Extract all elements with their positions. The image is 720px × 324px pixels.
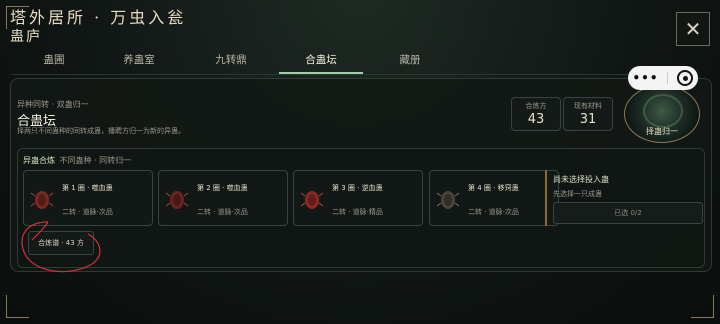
selection-hint: 先选择一只成蛊	[553, 190, 602, 198]
bug-icon	[30, 191, 54, 209]
capsule-divider	[667, 72, 669, 84]
close-icon: ✕	[684, 17, 702, 41]
swirl-emblem-icon	[643, 94, 683, 128]
tab-gupu[interactable]: 蛊圃	[12, 46, 96, 72]
tab-bar: 蛊圃 养蛊室 九转鼎 合蛊坛 藏册	[12, 46, 692, 74]
slot-tier: 二转 · 道脉·次品	[197, 208, 248, 216]
more-icon[interactable]: •••	[632, 71, 658, 85]
corner-ornament-bottom-right	[691, 295, 714, 318]
selection-title: 尚未选择投入蛊	[553, 175, 609, 184]
stat-value: 43	[527, 112, 545, 127]
stat-materials: 现有材料 31	[563, 97, 613, 131]
miniprogram-capsule: •••	[628, 66, 698, 90]
stat-label: 合炼方	[525, 102, 547, 110]
main-panel: 异种同转 · 双蛊归一 合蛊坛 择两只不同蛊种的同转成蛊，播聘方归一为新的异蛊。…	[10, 78, 712, 272]
close-button[interactable]: ✕	[676, 12, 710, 46]
slot-tier: 二转 · 道脉·次品	[468, 208, 519, 216]
mode-description: 择两只不同蛊种的同转成蛊，播聘方归一为新的异蛊。	[17, 127, 185, 135]
mode-label: 异种同转 · 双蛊归一	[17, 100, 89, 109]
combine-heading: 异蛊合炼 不同蛊种 · 同转归一	[23, 155, 131, 166]
corner-ornament-bottom-left	[6, 295, 29, 318]
medallion-label: 择蛊归一	[646, 127, 678, 136]
tab-jiuzhuanding[interactable]: 九转鼎	[189, 46, 273, 72]
tab-divider	[12, 74, 692, 75]
tab-yanggushi[interactable]: 养蛊室	[97, 46, 181, 72]
page-title: 塔外居所 · 万虫入瓮	[10, 8, 187, 27]
gu-slot-4[interactable]: 第 4 圈 · 移窍蛊 二转 · 道脉·次品	[429, 170, 559, 226]
slot-name: 第 3 圈 · 逆血蛊	[332, 184, 383, 192]
tab-hegutan[interactable]: 合蛊坛	[279, 46, 363, 74]
annotation-scribble	[21, 221, 101, 273]
stat-recipes: 合炼方 43	[511, 97, 561, 131]
selection-panel: 尚未选择投入蛊 先选择一只成蛊 已选 0/2	[545, 170, 703, 226]
slot-name: 第 1 圈 · 噬血蛊	[62, 184, 113, 192]
combine-desc: 不同蛊种 · 同转归一	[59, 156, 132, 165]
select-gu-medallion[interactable]: 择蛊归一	[624, 85, 700, 143]
tab-cangce[interactable]: 藏册	[368, 46, 452, 72]
selected-count-button[interactable]: 已选 0/2	[553, 202, 703, 224]
page-subtitle: 蛊庐	[10, 29, 42, 45]
bug-icon	[165, 191, 189, 209]
target-icon[interactable]	[677, 70, 694, 86]
bug-icon	[436, 191, 460, 209]
slot-name: 第 4 圈 · 移窍蛊	[468, 184, 519, 192]
gu-slot-2[interactable]: 第 2 圈 · 噬血蛊 二转 · 道脉·次品	[158, 170, 288, 226]
bug-icon	[300, 191, 324, 209]
slot-tier: 二转 · 道脉·精品	[332, 208, 383, 216]
combine-section: 异蛊合炼 不同蛊种 · 同转归一 第 1 圈 · 噬血蛊 二转 · 道脉·次品	[17, 148, 705, 268]
stat-label: 现有材料	[574, 102, 602, 110]
slot-name: 第 2 圈 · 噬血蛊	[197, 184, 248, 192]
stat-value: 31	[579, 112, 597, 127]
gu-slot-3[interactable]: 第 3 圈 · 逆血蛊 二转 · 道脉·精品	[293, 170, 423, 226]
combine-title: 异蛊合炼	[23, 156, 55, 165]
